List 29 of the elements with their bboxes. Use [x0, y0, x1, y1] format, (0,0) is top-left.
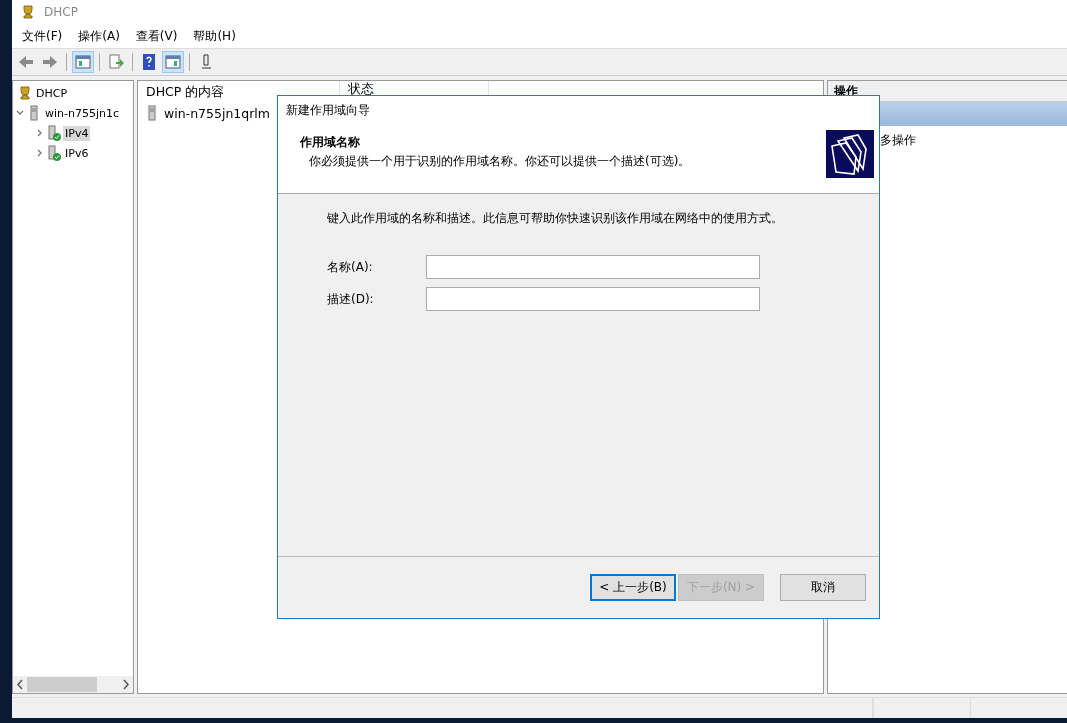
dialog-button[interactable]: < 上一步(B) [590, 574, 676, 601]
trophy-icon [20, 4, 36, 20]
panel-icon[interactable] [163, 52, 183, 72]
menu-item[interactable]: 文件(F) [22, 27, 63, 45]
server-check-icon [46, 125, 62, 141]
tree-item[interactable]: win-n755jn1c [43, 105, 122, 121]
panel-icon[interactable] [73, 52, 93, 72]
folders-icon [826, 130, 874, 178]
dialog-button[interactable]: 取消 [780, 574, 866, 601]
export-icon[interactable] [106, 52, 126, 72]
menu-item[interactable]: 帮助(H) [193, 27, 236, 45]
field-label: 名称(A): [327, 258, 374, 276]
field-label: 描述(D): [327, 290, 375, 308]
tree-item[interactable]: DHCP [34, 85, 70, 101]
tree-item[interactable]: IPv6 [63, 145, 91, 161]
server-check-icon [46, 145, 62, 161]
window-title: DHCP [44, 5, 78, 19]
horizontal-scrollbar[interactable] [13, 676, 133, 693]
dialog-title: 新建作用域向导 [278, 96, 879, 124]
trophy-icon [17, 85, 33, 101]
page-description: 你必须提供一个用于识别的作用域名称。你还可以提供一个描述(可选)。 [308, 153, 691, 170]
menu-item[interactable]: 查看(V) [135, 27, 178, 45]
input-field[interactable] [426, 255, 760, 279]
input-field[interactable] [426, 287, 760, 311]
list-item[interactable]: win-n755jn1qrlm [164, 105, 270, 121]
tree-item[interactable]: IPv4 [63, 125, 91, 141]
instruction-text: 键入此作用域的名称和描述。此信息可帮助你快速识别该作用域在网络中的使用方式。 [327, 210, 784, 227]
menu-item[interactable]: 操作(A) [78, 27, 120, 45]
page-heading: 作用域名称 [300, 134, 361, 151]
